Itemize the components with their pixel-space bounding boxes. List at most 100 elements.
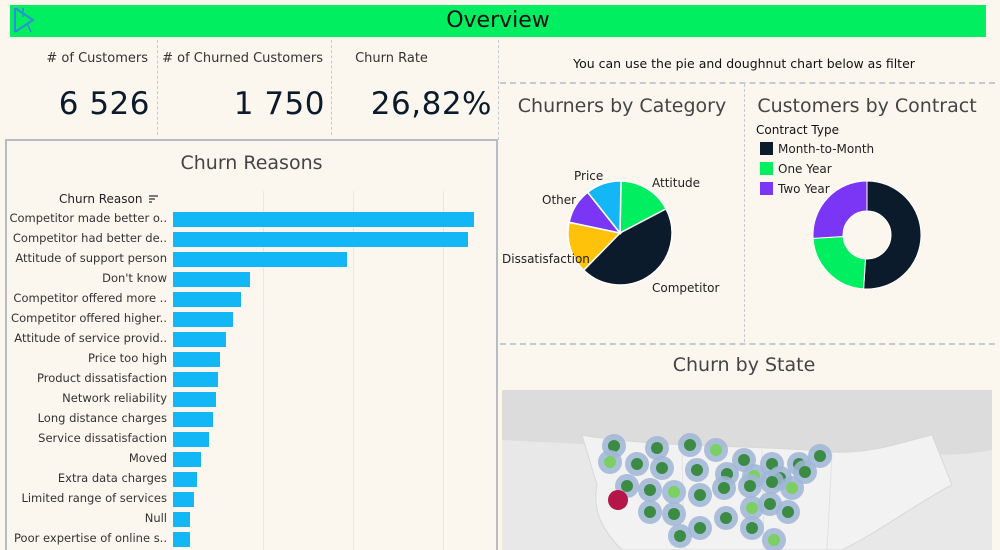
churn-reason-bar[interactable] — [173, 212, 475, 227]
state-point-highlight[interactable] — [608, 490, 628, 510]
churners-by-category-pie[interactable] — [500, 160, 744, 320]
churn-reason-header[interactable]: Churn Reason — [59, 192, 159, 206]
state-point[interactable] — [768, 534, 780, 546]
churn-reason-bar[interactable] — [173, 232, 468, 247]
churn-reason-row[interactable]: Network reliability — [7, 389, 497, 409]
churn-reason-row[interactable]: Limited range of services — [7, 489, 497, 509]
filter-note: You can use the pie and doughnut chart b… — [573, 56, 915, 71]
churn-reasons-title: Churn Reasons — [180, 152, 323, 174]
customers-by-contract-title: Customers by Contract — [757, 95, 977, 117]
donut-slice-two-year[interactable] — [812, 180, 868, 239]
state-point[interactable] — [738, 454, 750, 466]
churn-reason-bar[interactable] — [173, 472, 198, 487]
churn-reasons-panel[interactable]: Churn Reasons Churn Reason Competitor ma… — [5, 139, 498, 550]
churn-reason-row[interactable]: Moved — [7, 449, 497, 469]
state-point[interactable] — [799, 466, 811, 478]
state-point[interactable] — [744, 480, 756, 492]
churn-reason-label: Service dissatisfaction — [38, 431, 167, 445]
overview-header: Overview — [10, 5, 986, 37]
state-point[interactable] — [746, 522, 758, 534]
state-point[interactable] — [674, 530, 686, 542]
kpi-divider — [157, 40, 158, 135]
state-point[interactable] — [786, 482, 798, 494]
churn-reason-label: Attitude of support person — [15, 251, 167, 265]
churn-by-state-map[interactable] — [502, 390, 992, 550]
churn-reason-row[interactable]: Don't know — [7, 269, 497, 289]
state-point[interactable] — [746, 502, 758, 514]
churn-reason-bar[interactable] — [173, 412, 213, 427]
churn-reason-label: Network reliability — [62, 391, 167, 405]
churn-reason-row[interactable]: Attitude of support person — [7, 249, 497, 269]
churn-reason-bar[interactable] — [173, 292, 241, 307]
churn-reason-row[interactable]: Competitor offered higher.. — [7, 309, 497, 329]
churn-reason-bar[interactable] — [173, 392, 216, 407]
churn-reason-row[interactable]: Long distance charges — [7, 409, 497, 429]
churn-reason-bar[interactable] — [173, 512, 191, 527]
churners-by-category-title-wrap: Churners by Category — [500, 95, 744, 117]
state-point[interactable] — [604, 456, 616, 468]
state-point[interactable] — [764, 498, 776, 510]
churn-reason-bar[interactable] — [173, 332, 227, 347]
legend-swatch — [760, 182, 773, 195]
churn-reason-row[interactable]: Price too high — [7, 349, 497, 369]
state-point[interactable] — [766, 476, 778, 488]
churn-reason-bar[interactable] — [173, 272, 250, 287]
churn-reason-label: Extra data charges — [57, 471, 167, 485]
state-point[interactable] — [644, 506, 656, 518]
kpi-churn-rate-label: Churn Rate — [355, 51, 428, 66]
donut-slice-one-year[interactable] — [812, 235, 867, 290]
state-point[interactable] — [710, 444, 722, 456]
state-points — [598, 433, 832, 550]
legend-label: One Year — [778, 162, 832, 176]
churn-reason-bar[interactable] — [173, 532, 191, 547]
state-point[interactable] — [668, 486, 680, 498]
churn-reason-row[interactable]: Attitude of service provid.. — [7, 329, 497, 349]
churn-reason-row[interactable]: Competitor had better de.. — [7, 229, 497, 249]
sort-descending-icon[interactable] — [148, 194, 159, 204]
churn-reason-bar[interactable] — [173, 352, 220, 367]
contract-legend-title: Contract Type — [756, 123, 839, 137]
legend-swatch — [760, 142, 773, 155]
churn-reason-label: Limited range of services — [21, 491, 167, 505]
state-point[interactable] — [694, 489, 706, 501]
churn-reason-bar[interactable] — [173, 312, 234, 327]
donut-slice-month-to-month[interactable] — [863, 180, 922, 290]
state-point[interactable] — [651, 442, 663, 454]
section-divider — [500, 82, 995, 84]
state-point[interactable] — [694, 522, 706, 534]
pie-label-attitude: Attitude — [652, 176, 701, 190]
churn-reason-label: Null — [144, 511, 167, 525]
churn-reason-row[interactable]: Poor expertise of online s.. — [7, 529, 497, 549]
churn-reason-bar[interactable] — [173, 432, 209, 447]
state-point[interactable] — [782, 506, 794, 518]
churn-reason-row[interactable]: Service dissatisfaction — [7, 429, 497, 449]
state-point[interactable] — [644, 484, 656, 496]
state-point[interactable] — [691, 464, 703, 476]
state-point[interactable] — [621, 480, 633, 492]
state-point[interactable] — [814, 450, 826, 462]
churn-reason-bar[interactable] — [173, 372, 218, 387]
churn-reason-bar[interactable] — [173, 492, 195, 507]
churn-reason-row[interactable]: Competitor offered more .. — [7, 289, 497, 309]
legend-item[interactable]: One Year — [760, 162, 832, 178]
legend-item[interactable]: Month-to-Month — [760, 142, 874, 158]
state-point[interactable] — [718, 482, 730, 494]
state-point[interactable] — [720, 512, 732, 524]
churn-reason-label: Price too high — [87, 351, 167, 365]
state-point[interactable] — [631, 458, 643, 470]
churn-reason-row[interactable]: Product dissatisfaction — [7, 369, 497, 389]
churn-reason-row[interactable]: Extra data charges — [7, 469, 497, 489]
state-point[interactable] — [684, 439, 696, 451]
pie-label-competitor: Competitor — [652, 281, 720, 295]
churn-reason-row[interactable]: Null — [7, 509, 497, 529]
state-point[interactable] — [668, 508, 680, 520]
churn-reason-bar[interactable] — [173, 252, 348, 267]
churn-reason-bar[interactable] — [173, 452, 202, 467]
churn-reason-row[interactable]: Competitor made better o.. — [7, 209, 497, 229]
customers-by-contract-donut[interactable] — [812, 180, 922, 290]
state-point[interactable] — [656, 462, 668, 474]
churners-by-category-title: Churners by Category — [517, 95, 727, 117]
churn-reason-label: Long distance charges — [37, 411, 167, 425]
page-title: Overview — [446, 8, 550, 33]
churn-reason-label: Attitude of service provid.. — [14, 331, 167, 345]
